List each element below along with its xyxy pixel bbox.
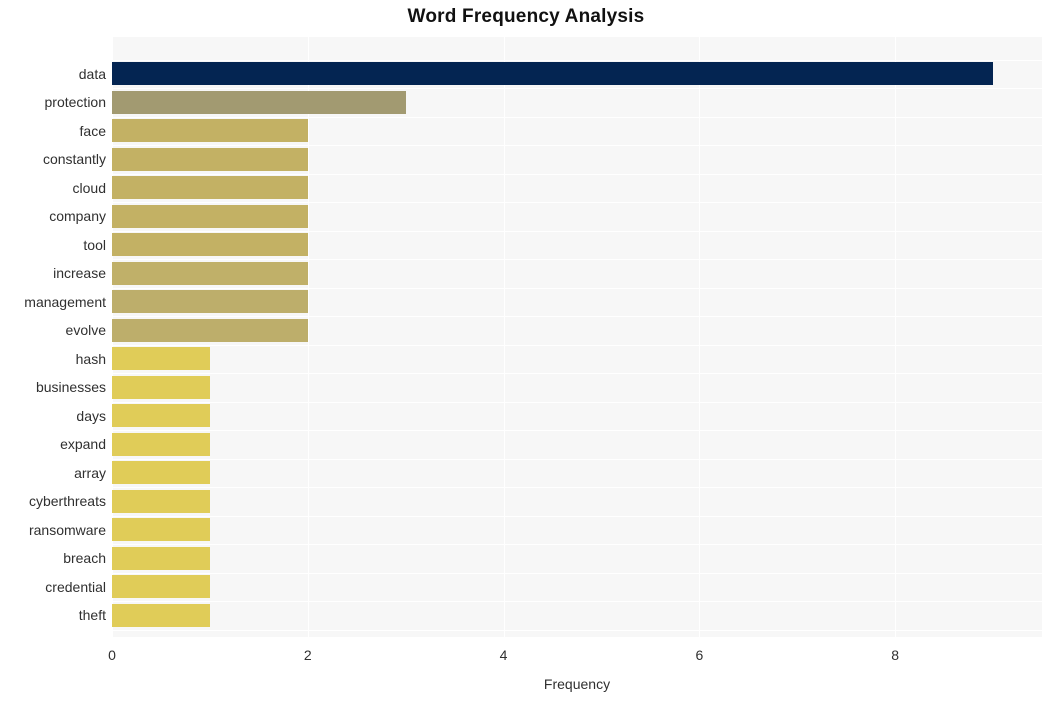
y-axis-label-company: company <box>49 208 106 224</box>
bar[interactable] <box>112 90 406 114</box>
bar[interactable] <box>112 290 308 313</box>
bar[interactable] <box>112 318 308 342</box>
y-gridline <box>112 173 1042 175</box>
bar[interactable] <box>112 233 308 256</box>
y-axis-label-tool: tool <box>83 236 106 253</box>
x-axis-tick-0: 0 <box>108 647 116 663</box>
word-frequency-chart: Word Frequency Analysis data protection fa… <box>0 0 1052 701</box>
x-axis-tick-4: 4 <box>499 647 508 663</box>
y-gridline <box>112 59 1042 61</box>
y-gridline <box>112 430 1042 431</box>
x-gridline <box>895 37 897 637</box>
y-axis-label-businesses: businesses <box>35 379 106 395</box>
y-axis-label-management: management <box>24 293 106 310</box>
y-axis-label-protection: protection <box>44 94 106 110</box>
y-gridline <box>112 116 1042 118</box>
bar[interactable] <box>112 261 308 285</box>
y-axis-label-data: data <box>78 65 106 82</box>
y-gridline <box>112 401 1042 403</box>
y-axis-label-credential: credential <box>45 578 106 595</box>
y-axis-label-face: face <box>79 122 106 139</box>
plot-area <box>112 37 1042 637</box>
y-gridline <box>112 544 1042 545</box>
y-axis-label-days: days <box>76 407 106 424</box>
bar[interactable] <box>112 546 210 570</box>
bar[interactable] <box>112 119 308 142</box>
bar[interactable] <box>112 375 210 399</box>
bar[interactable] <box>112 432 210 456</box>
y-gridline <box>112 344 1042 346</box>
y-axis-label-array: array <box>74 464 106 481</box>
y-gridline <box>112 145 1042 146</box>
y-gridline <box>112 458 1042 460</box>
bar[interactable] <box>112 603 210 627</box>
y-axis-label-hash: hash <box>75 350 106 367</box>
y-axis-label-evolve: evolve <box>65 322 106 338</box>
bar[interactable] <box>112 347 210 370</box>
y-gridline <box>112 373 1042 374</box>
bar[interactable] <box>112 176 308 199</box>
y-gridline <box>112 601 1042 602</box>
bar[interactable] <box>112 461 210 484</box>
y-axis-label-ransomware: ransomware <box>28 521 106 538</box>
y-axis-label-cyberthreats: cyberthreats <box>28 493 106 509</box>
bar[interactable] <box>112 204 308 228</box>
y-axis-label-increase: increase <box>53 265 106 281</box>
x-axis-tick-6: 6 <box>695 647 704 663</box>
y-axis-label-theft: theft <box>78 607 106 623</box>
y-gridline <box>112 572 1042 574</box>
x-gridline <box>699 37 701 637</box>
y-axis-label-constantly: constantly <box>42 151 106 167</box>
x-gridline <box>307 37 309 637</box>
x-axis-title: Frequency <box>543 676 611 692</box>
bar[interactable] <box>112 575 210 598</box>
chart-title: Word Frequency Analysis <box>407 6 645 27</box>
y-gridline <box>112 259 1042 260</box>
x-axis-tick-2: 2 <box>303 647 312 663</box>
x-gridline <box>503 37 505 637</box>
x-axis-tick-8: 8 <box>891 647 900 663</box>
y-gridline <box>112 202 1042 203</box>
bar[interactable] <box>112 404 210 427</box>
y-gridline <box>112 230 1042 232</box>
y-gridline <box>112 287 1042 289</box>
y-axis-label-breach: breach <box>63 550 106 566</box>
y-axis-label-expand: expand <box>60 436 106 452</box>
y-axis-tick-labels: data protection face constantly cloud company… <box>0 37 106 637</box>
y-axis-label-cloud: cloud <box>72 179 106 196</box>
y-gridline <box>112 88 1042 89</box>
bar[interactable] <box>112 62 994 85</box>
y-gridline <box>112 629 1042 631</box>
y-gridline <box>112 316 1042 317</box>
y-gridline <box>112 515 1042 517</box>
y-gridline <box>112 487 1042 488</box>
x-axis-tick-labels: 0 2 4 6 8 <box>0 648 1052 668</box>
bar[interactable] <box>112 489 210 513</box>
bar[interactable] <box>112 147 308 171</box>
bar[interactable] <box>112 518 210 541</box>
